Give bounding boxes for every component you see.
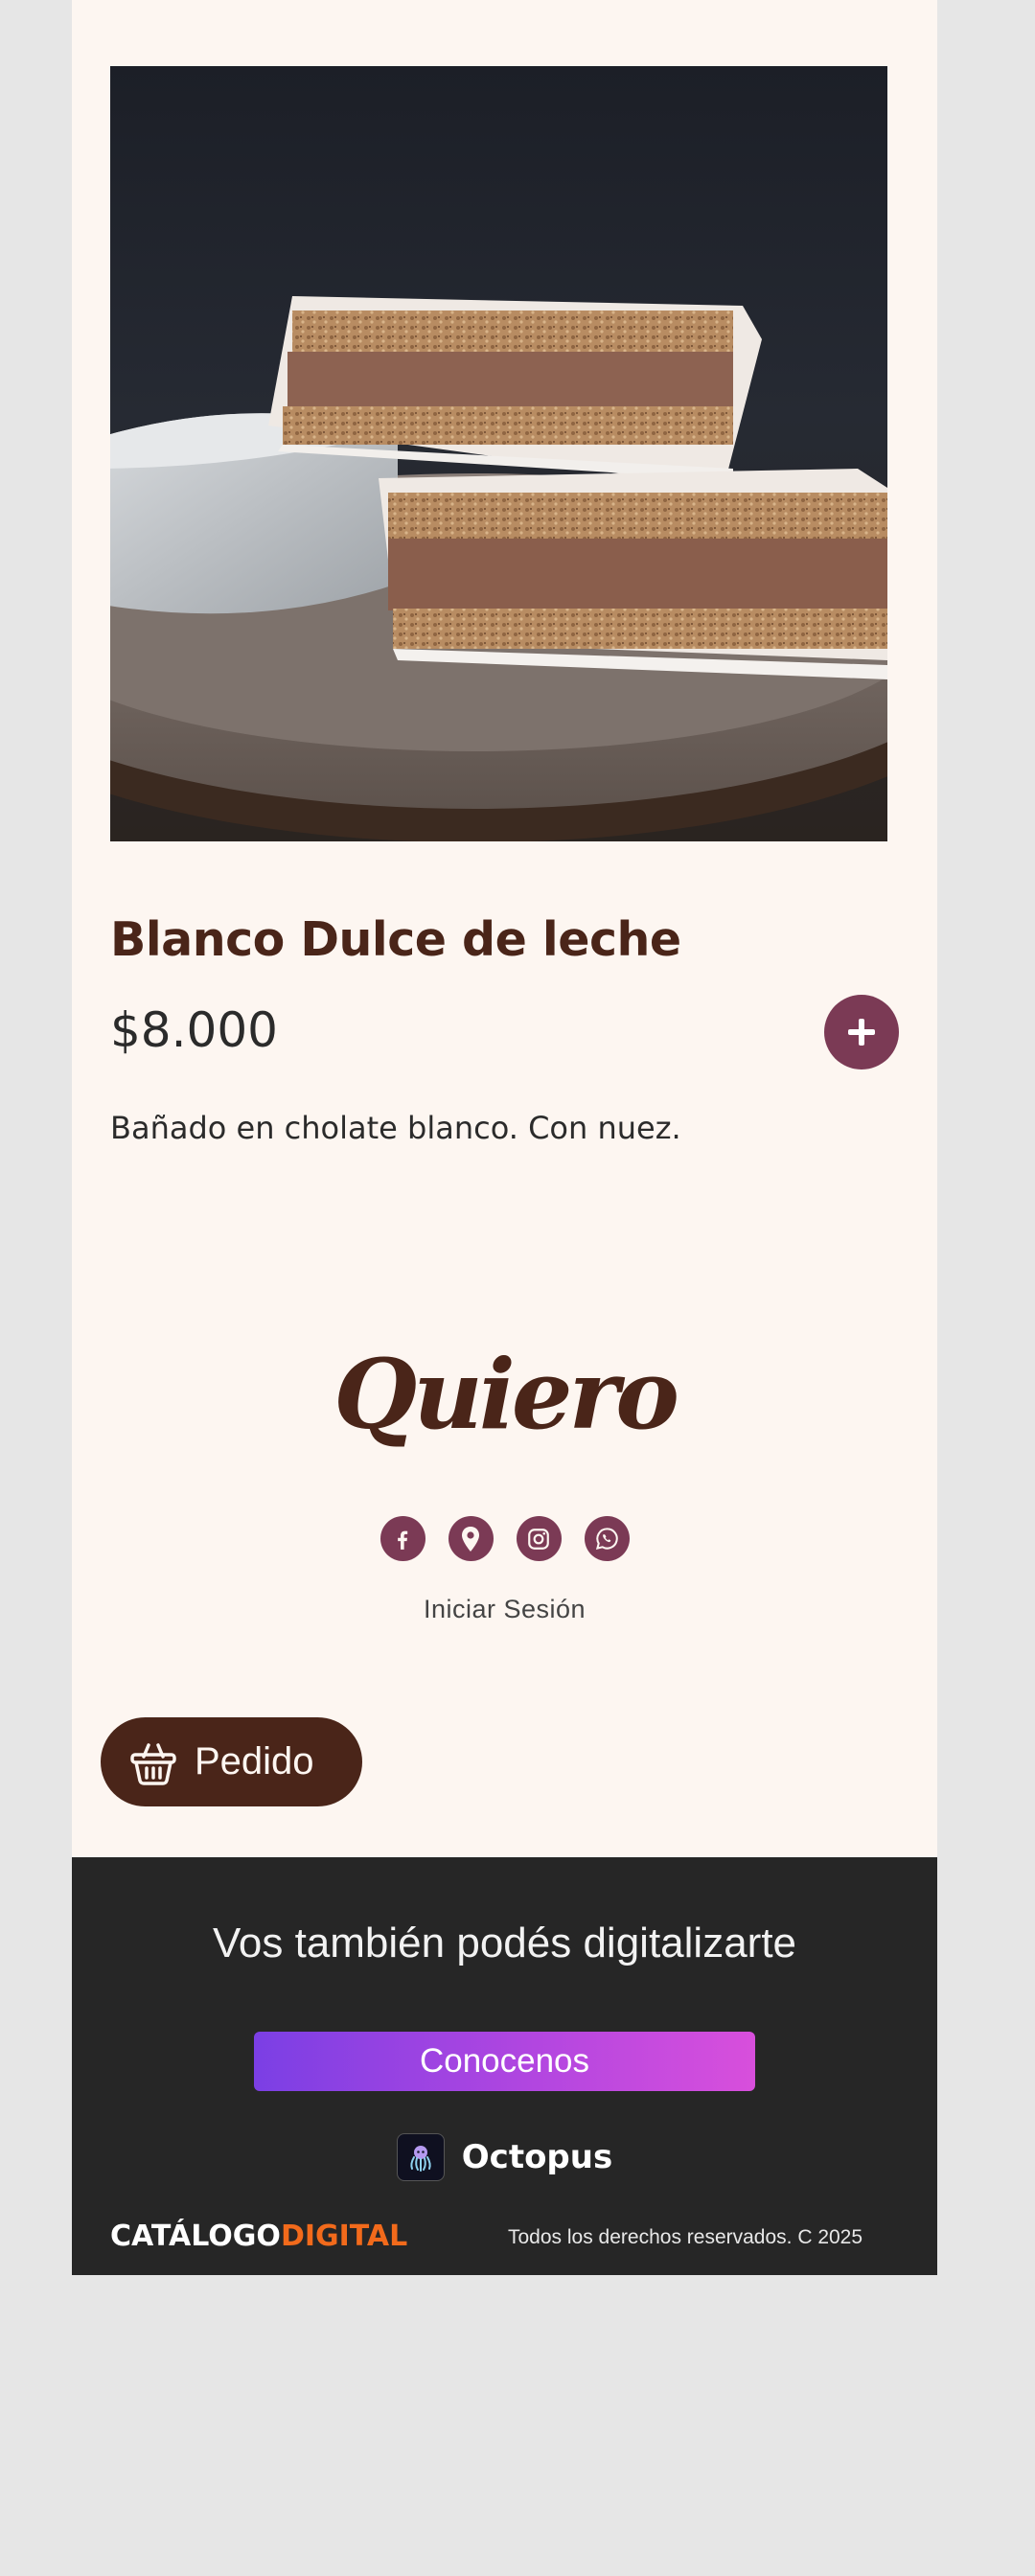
add-to-cart-button[interactable] <box>824 995 899 1070</box>
brand-logo: Quiero <box>334 1338 679 1451</box>
social-links <box>72 1516 937 1561</box>
facebook-icon[interactable] <box>380 1516 426 1561</box>
catalogo-digital-logo[interactable]: CATÁLOGODIGITAL <box>110 2220 407 2253</box>
product-title: Blanco Dulce de leche <box>110 912 681 967</box>
product-price: $8.000 <box>110 1002 278 1058</box>
product-description: Bañado en cholate blanco. Con nuez. <box>110 1110 681 1146</box>
plus-icon <box>848 1019 875 1046</box>
learn-more-button[interactable]: Conocenos <box>254 2032 755 2091</box>
instagram-icon[interactable] <box>516 1516 562 1561</box>
whatsapp-icon[interactable] <box>584 1516 630 1561</box>
product-image <box>110 66 887 841</box>
location-pin-icon[interactable] <box>448 1516 494 1561</box>
logo-part-catalogo: CATÁLOGO <box>110 2220 281 2253</box>
login-link[interactable]: Iniciar Sesión <box>72 1595 937 1624</box>
copyright-text: Todos los derechos reservados. C 2025 <box>508 2226 863 2248</box>
partner-name: Octopus <box>461 2138 613 2176</box>
octopus-logo-icon <box>396 2133 445 2181</box>
partner-brand[interactable]: Octopus <box>72 2133 937 2181</box>
promo-text: Vos también podés digitalizarte <box>212 1920 797 1966</box>
product-page: Blanco Dulce de leche $8.000 Bañado en c… <box>72 0 937 1857</box>
logo-part-digital: DIGITAL <box>280 2220 408 2253</box>
order-button[interactable]: Pedido <box>101 1717 362 1806</box>
order-button-label: Pedido <box>195 1740 314 1782</box>
basket-icon <box>130 1742 176 1785</box>
